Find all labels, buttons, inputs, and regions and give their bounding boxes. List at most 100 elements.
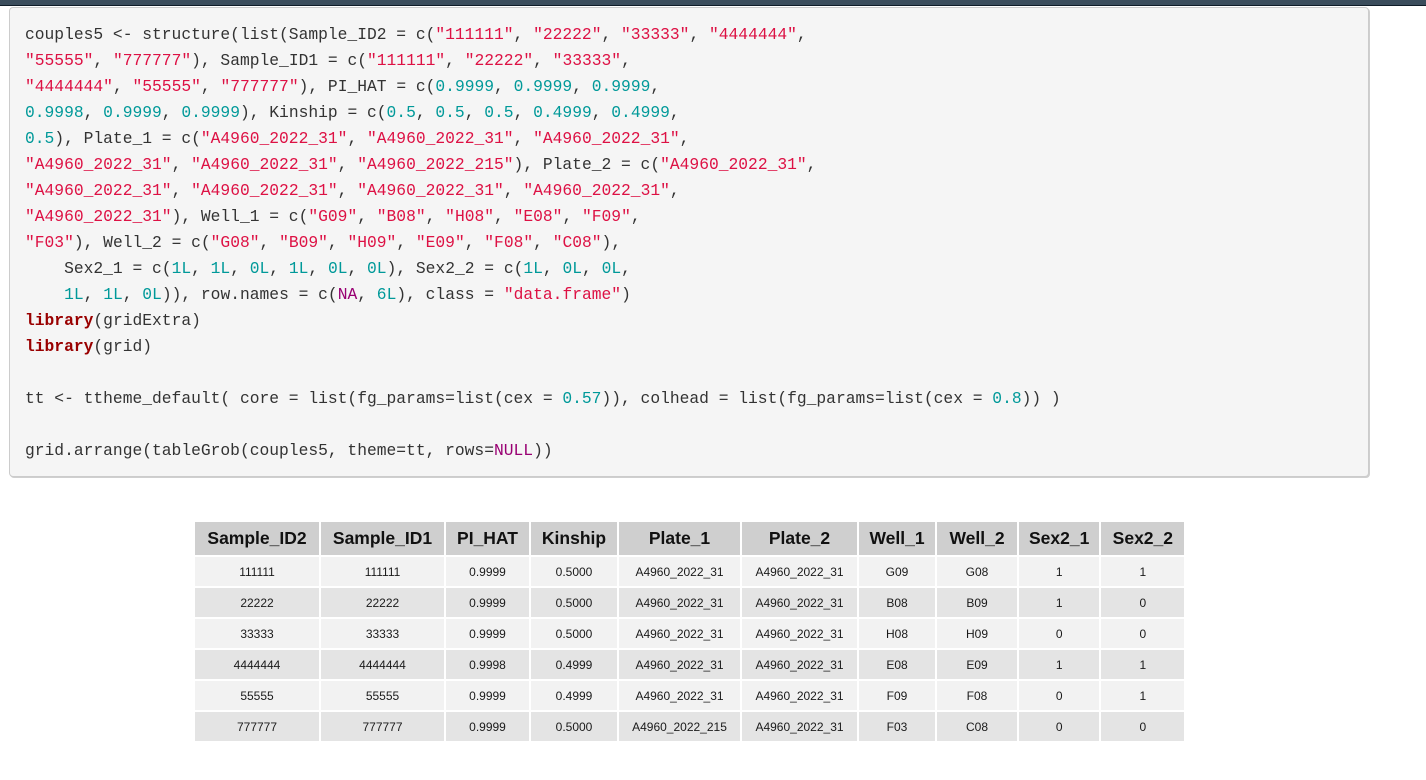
code-token: , (445, 51, 465, 70)
string-token: "A4960_2022_31" (25, 155, 172, 174)
code-token: , (669, 181, 690, 200)
table-cell: 0.9999 (446, 557, 529, 586)
table-cell: H09 (937, 619, 1017, 648)
code-token: tt <- ttheme_default( core = list(fg_par… (25, 389, 563, 408)
code-line: 0.9998, 0.9999, 0.9999), Kinship = c(0.5… (25, 100, 1061, 126)
string-token: "33333" (621, 25, 690, 44)
table-cell: B08 (859, 588, 935, 617)
code-token: , (161, 103, 182, 122)
code-token: ) (621, 285, 631, 304)
table-cell: A4960_2022_31 (619, 681, 740, 710)
table-cell: 0 (1101, 712, 1185, 741)
code-token: , (93, 51, 113, 70)
string-token: "A4960_2022_31" (533, 129, 680, 148)
table-cell: 55555 (195, 681, 319, 710)
table-cell: G09 (859, 557, 935, 586)
table-cell: 0.4999 (531, 681, 617, 710)
table-cell: G08 (937, 557, 1017, 586)
number-token: 0L (562, 259, 583, 278)
number-token: 6L (376, 285, 397, 304)
code-token: ), Well_1 = c( (171, 207, 309, 226)
table-cell: 0.5000 (531, 557, 617, 586)
code-token: ), class = (396, 285, 504, 304)
string-token: "4444444" (708, 25, 797, 44)
table-cell: 4444444 (195, 650, 319, 679)
table-cell: 4444444 (321, 650, 444, 679)
string-token: "22222" (533, 25, 602, 44)
code-token: ), Well_2 = c( (73, 233, 211, 252)
code-token: , (308, 259, 328, 278)
string-token: "A4960_2022_31" (200, 129, 348, 148)
table-cell: C08 (937, 712, 1017, 741)
number-token: 0.9999 (103, 103, 162, 122)
string-token: "G09" (308, 207, 358, 226)
table-cell: 0.9998 (446, 650, 529, 679)
table-cell: 33333 (321, 619, 444, 648)
table-row: 22222 22222 0.9999 0.5000 A4960_2022_31 A4960… (195, 588, 1185, 617)
table-cell: H08 (859, 619, 935, 648)
table-cell: A4960_2022_31 (742, 650, 857, 679)
code-token: , (533, 51, 553, 70)
number-token: 0.4999 (611, 103, 670, 122)
string-token: "33333" (552, 51, 622, 70)
code-token: ), Plate_1 = c( (54, 129, 201, 148)
number-token: 0.9999 (435, 77, 495, 96)
code-token: , (396, 233, 416, 252)
string-token: "B08" (376, 207, 426, 226)
code-token: , (259, 233, 280, 252)
column-header: PI_HAT (446, 522, 529, 555)
code-token: , (562, 207, 582, 226)
code-token: , (337, 155, 358, 174)
constant-token: NA (337, 285, 358, 304)
string-token: "E09" (415, 233, 465, 252)
string-token: "4444444" (25, 77, 113, 96)
table-cell: A4960_2022_31 (619, 557, 740, 586)
code-token: )), row.names = c( (161, 285, 338, 304)
column-header: Plate_2 (742, 522, 857, 555)
table-cell: A4960_2022_31 (742, 588, 857, 617)
string-token: "A4960_2022_31" (25, 207, 172, 226)
code-token: , (503, 181, 524, 200)
code-token: , (200, 77, 221, 96)
code-token: , (337, 181, 358, 200)
code-token: , (83, 285, 104, 304)
string-token: "F09" (581, 207, 631, 226)
table-cell: A4960_2022_31 (619, 588, 740, 617)
table-cell: A4960_2022_215 (619, 712, 740, 741)
number-token: 0.5 (386, 103, 416, 122)
code-line: library(grid) (25, 334, 1061, 360)
table-cell: 1 (1101, 650, 1185, 679)
number-token: 0L (367, 259, 387, 278)
code-token: grid.arrange(tableGrob(couples5, theme=t… (25, 441, 494, 460)
string-token: "F03" (25, 233, 74, 252)
code-token: , (415, 103, 436, 122)
string-token: "B09" (279, 233, 328, 252)
table-grob-output: Sample_ID2 Sample_ID1 PI_HAT Kinship Plate_1… (193, 520, 1186, 743)
table-cell: 0.9999 (446, 588, 529, 617)
number-token: 0.4999 (533, 103, 592, 122)
column-header: Well_1 (859, 522, 935, 555)
code-token: , (269, 259, 289, 278)
table-cell: 0.5000 (531, 619, 617, 648)
code-line: couples5 <- structure(list(Sample_ID2 = … (25, 22, 1061, 48)
string-token: "C08" (552, 233, 602, 252)
code-line: library(gridExtra) (25, 308, 1061, 334)
string-token: "F08" (484, 233, 534, 252)
code-line: "55555", "777777"), Sample_ID1 = c("1111… (25, 48, 1061, 74)
table-cell: 33333 (195, 619, 319, 648)
code-token: , (796, 25, 817, 44)
string-token: "A4960_2022_215" (357, 155, 514, 174)
code-token: , (357, 285, 377, 304)
table-cell: F03 (859, 712, 935, 741)
string-token: "G08" (210, 233, 260, 252)
table-row: 55555 55555 0.9999 0.4999 A4960_2022_31 A4960… (195, 681, 1185, 710)
code-token: , (601, 25, 622, 44)
number-token: 0.9999 (513, 77, 573, 96)
table-row: 777777 777777 0.9999 0.5000 A4960_2022_215 A4… (195, 712, 1185, 741)
code-token: , (630, 207, 651, 226)
string-token: "111111" (435, 25, 514, 44)
code-line: "A4960_2022_31", "A4960_2022_31", "A4960… (25, 152, 1061, 178)
table-cell: 1 (1019, 650, 1100, 679)
